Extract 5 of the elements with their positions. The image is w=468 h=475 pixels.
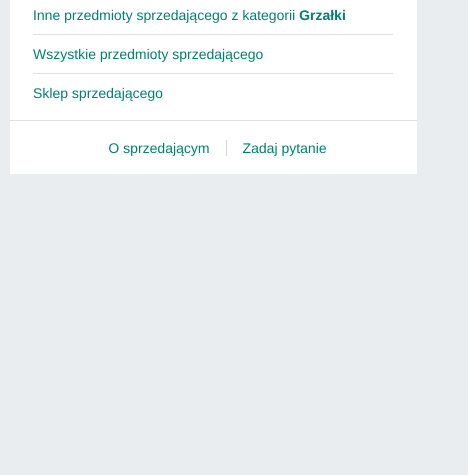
footer-link[interactable]: Zadaj pytanie [242, 140, 327, 156]
footer-link[interactable]: O sprzedającym [108, 140, 210, 156]
seller-link[interactable]: Wszystkie przedmioty sprzedającego [33, 46, 264, 62]
seller-link[interactable]: Sklep sprzedającego [33, 85, 163, 101]
seller-link[interactable]: Inne przedmioty sprzedającego z kategorii Grzałki [33, 7, 346, 23]
